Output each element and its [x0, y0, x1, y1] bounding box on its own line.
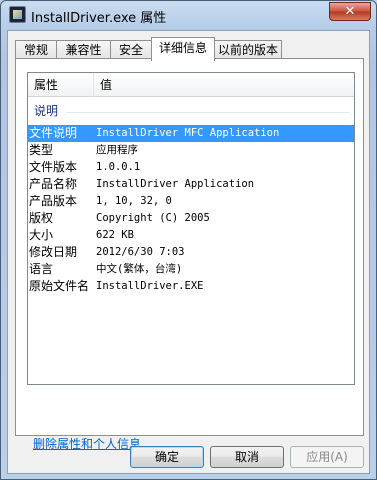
tab-security[interactable]: 安全	[110, 40, 152, 60]
details-row-type[interactable]: 类型 应用程序	[28, 142, 354, 159]
column-header-value[interactable]: 值	[94, 73, 354, 97]
tab-compatibility[interactable]: 兼容性	[56, 40, 111, 60]
property-name: 产品版本	[29, 194, 78, 208]
property-value: 622 KB	[96, 229, 134, 241]
details-tab-panel: 属性 值 说明 文件说明 InstallDriver MFC Applicati…	[15, 58, 364, 451]
property-value: 中文(繁体，台湾)	[96, 263, 183, 275]
property-value: 1, 10, 32, 0	[96, 195, 172, 207]
property-name: 产品名称	[29, 177, 78, 191]
ok-button[interactable]: 确定	[130, 446, 204, 468]
list-header: 属性 值	[28, 73, 354, 97]
details-row-size[interactable]: 大小 622 KB	[28, 227, 354, 244]
close-button[interactable]: ✕	[329, 2, 371, 21]
window-title: InstallDriver.exe 属性	[31, 11, 167, 26]
property-name: 原始文件名	[29, 279, 90, 293]
tab-general[interactable]: 常规	[15, 40, 57, 60]
details-row-product-version[interactable]: 产品版本 1, 10, 32, 0	[28, 193, 354, 210]
details-row-file-version[interactable]: 文件版本 1.0.0.1	[28, 159, 354, 176]
title-bar[interactable]: InstallDriver.exe 属性 ✕	[1, 1, 376, 29]
property-name: 文件版本	[29, 160, 78, 174]
property-value: 2012/6/30 7:03	[96, 246, 185, 258]
application-icon	[9, 6, 26, 23]
property-name: 语言	[29, 262, 54, 276]
details-row-language[interactable]: 语言 中文(繁体，台湾)	[28, 261, 354, 278]
cancel-button[interactable]: 取消	[210, 446, 284, 468]
details-row-original-filename[interactable]: 原始文件名 InstallDriver.EXE	[28, 278, 354, 295]
properties-window: InstallDriver.exe 属性 ✕ 常规 兼容性 安全 详细信息 以前…	[0, 0, 377, 480]
property-name: 文件说明	[29, 126, 78, 140]
details-rows: 文件说明 InstallDriver MFC Application 类型 应用…	[28, 125, 354, 295]
group-header-description[interactable]: 说明	[28, 103, 354, 120]
group-divider	[66, 112, 350, 113]
details-list[interactable]: 属性 值 说明 文件说明 InstallDriver MFC Applicati…	[27, 72, 355, 385]
property-value: InstallDriver Application	[96, 178, 255, 190]
details-row-date-modified[interactable]: 修改日期 2012/6/30 7:03	[28, 244, 354, 261]
property-name: 修改日期	[29, 245, 78, 259]
property-name: 类型	[29, 143, 54, 157]
tab-details[interactable]: 详细信息	[151, 37, 215, 61]
property-value: 1.0.0.1	[96, 161, 141, 173]
property-value: 应用程序	[96, 144, 138, 156]
tab-previous-versions[interactable]: 以前的版本	[214, 40, 282, 60]
group-label: 说明	[34, 104, 59, 118]
apply-button[interactable]: 应用(A)	[290, 446, 364, 468]
property-value: InstallDriver.EXE	[96, 280, 204, 292]
property-value: Copyright (C) 2005	[96, 212, 210, 224]
details-row-copyright[interactable]: 版权 Copyright (C) 2005	[28, 210, 354, 227]
column-header-property[interactable]: 属性	[28, 73, 94, 97]
property-name: 大小	[29, 228, 54, 242]
property-value: InstallDriver MFC Application	[96, 127, 280, 139]
remove-properties-link[interactable]: 删除属性和个人信息	[33, 435, 141, 452]
dialog-client-area: 常规 兼容性 安全 详细信息 以前的版本 属性 值 说明 文件说明 Instal…	[7, 30, 370, 474]
details-row-product-name[interactable]: 产品名称 InstallDriver Application	[28, 176, 354, 193]
details-row-file-description[interactable]: 文件说明 InstallDriver MFC Application	[28, 125, 354, 142]
property-name: 版权	[29, 211, 54, 225]
